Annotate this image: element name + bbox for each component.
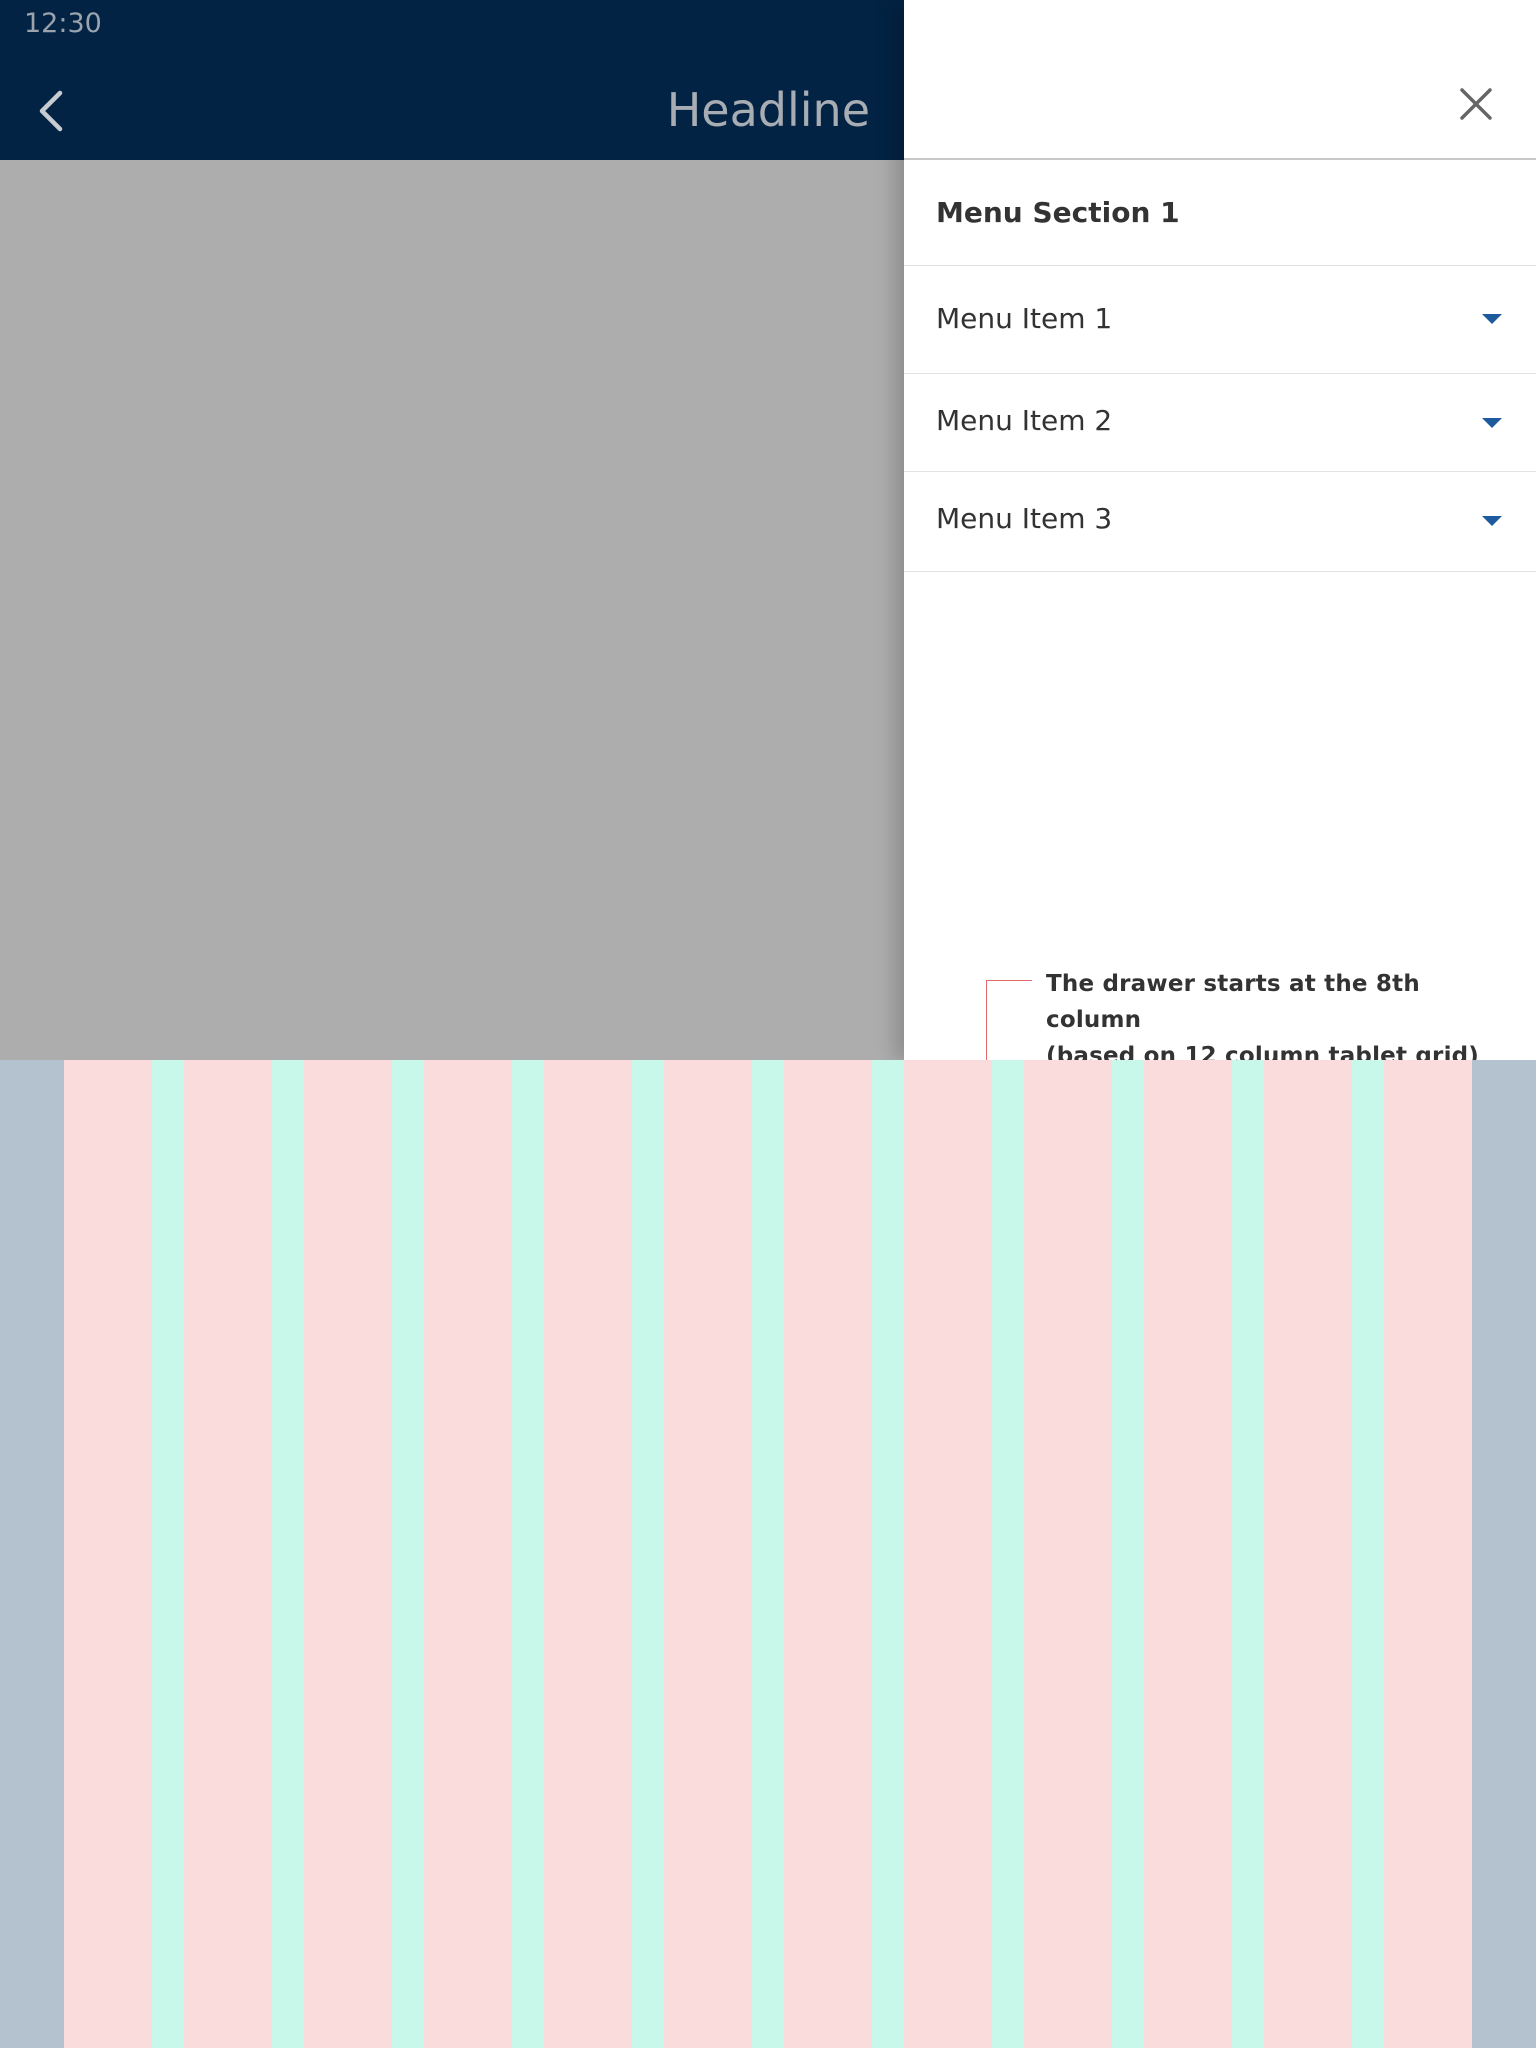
grid-column-12 (1384, 1060, 1472, 2048)
grid-column-6 (664, 1060, 752, 2048)
grid-column-5 (544, 1060, 632, 2048)
device-screen: 12:30 Headline Menu Section 1 Menu Item … (0, 0, 1536, 1060)
menu-item-label: Menu Item 3 (936, 502, 1113, 535)
close-icon (1460, 88, 1492, 120)
grid-column-7 (784, 1060, 872, 2048)
annotation-line-1: The drawer starts at the 8th column (1046, 971, 1420, 1033)
status-bar-time: 12:30 (24, 8, 102, 39)
menu-section-title: Menu Section 1 (936, 196, 1180, 229)
navigation-drawer: Menu Section 1 Menu Item 1 Menu Item 2 M… (904, 0, 1536, 1060)
grid-column-8 (904, 1060, 992, 2048)
column-grid-overlay (0, 1060, 1536, 2048)
grid-column-9 (1024, 1060, 1112, 2048)
grid-column-4 (424, 1060, 512, 2048)
menu-item-3[interactable]: Menu Item 3 (904, 472, 1536, 572)
annotation-leader-line (986, 980, 1032, 981)
menu-item-label: Menu Item 1 (936, 302, 1113, 335)
menu-item-2[interactable]: Menu Item 2 (904, 374, 1536, 472)
grid-column-1 (64, 1060, 152, 2048)
annotation-leader-line (986, 980, 987, 1060)
chevron-left-icon (39, 90, 63, 132)
drawer-scrim[interactable] (0, 160, 904, 1060)
grid-content-area (64, 1060, 1472, 2048)
annotation-text: The drawer starts at the 8th column (bas… (1046, 966, 1486, 1060)
menu-item-label: Menu Item 2 (936, 404, 1113, 437)
grid-column-11 (1264, 1060, 1352, 2048)
caret-down-icon (1482, 418, 1502, 428)
app-bar: 12:30 Headline (0, 0, 904, 160)
back-button[interactable] (24, 84, 78, 138)
menu-item-1[interactable]: Menu Item 1 (904, 266, 1536, 374)
close-drawer-button[interactable] (1456, 84, 1496, 124)
caret-down-icon (1482, 314, 1502, 324)
menu-section-header: Menu Section 1 (904, 160, 1536, 266)
caret-down-icon (1482, 516, 1502, 526)
grid-column-2 (184, 1060, 272, 2048)
page-title: Headline (666, 83, 870, 137)
drawer-header (904, 0, 1536, 160)
grid-column-3 (304, 1060, 392, 2048)
grid-column-10 (1144, 1060, 1232, 2048)
annotation-line-2: (based on 12 column tablet grid) (1046, 1043, 1480, 1060)
